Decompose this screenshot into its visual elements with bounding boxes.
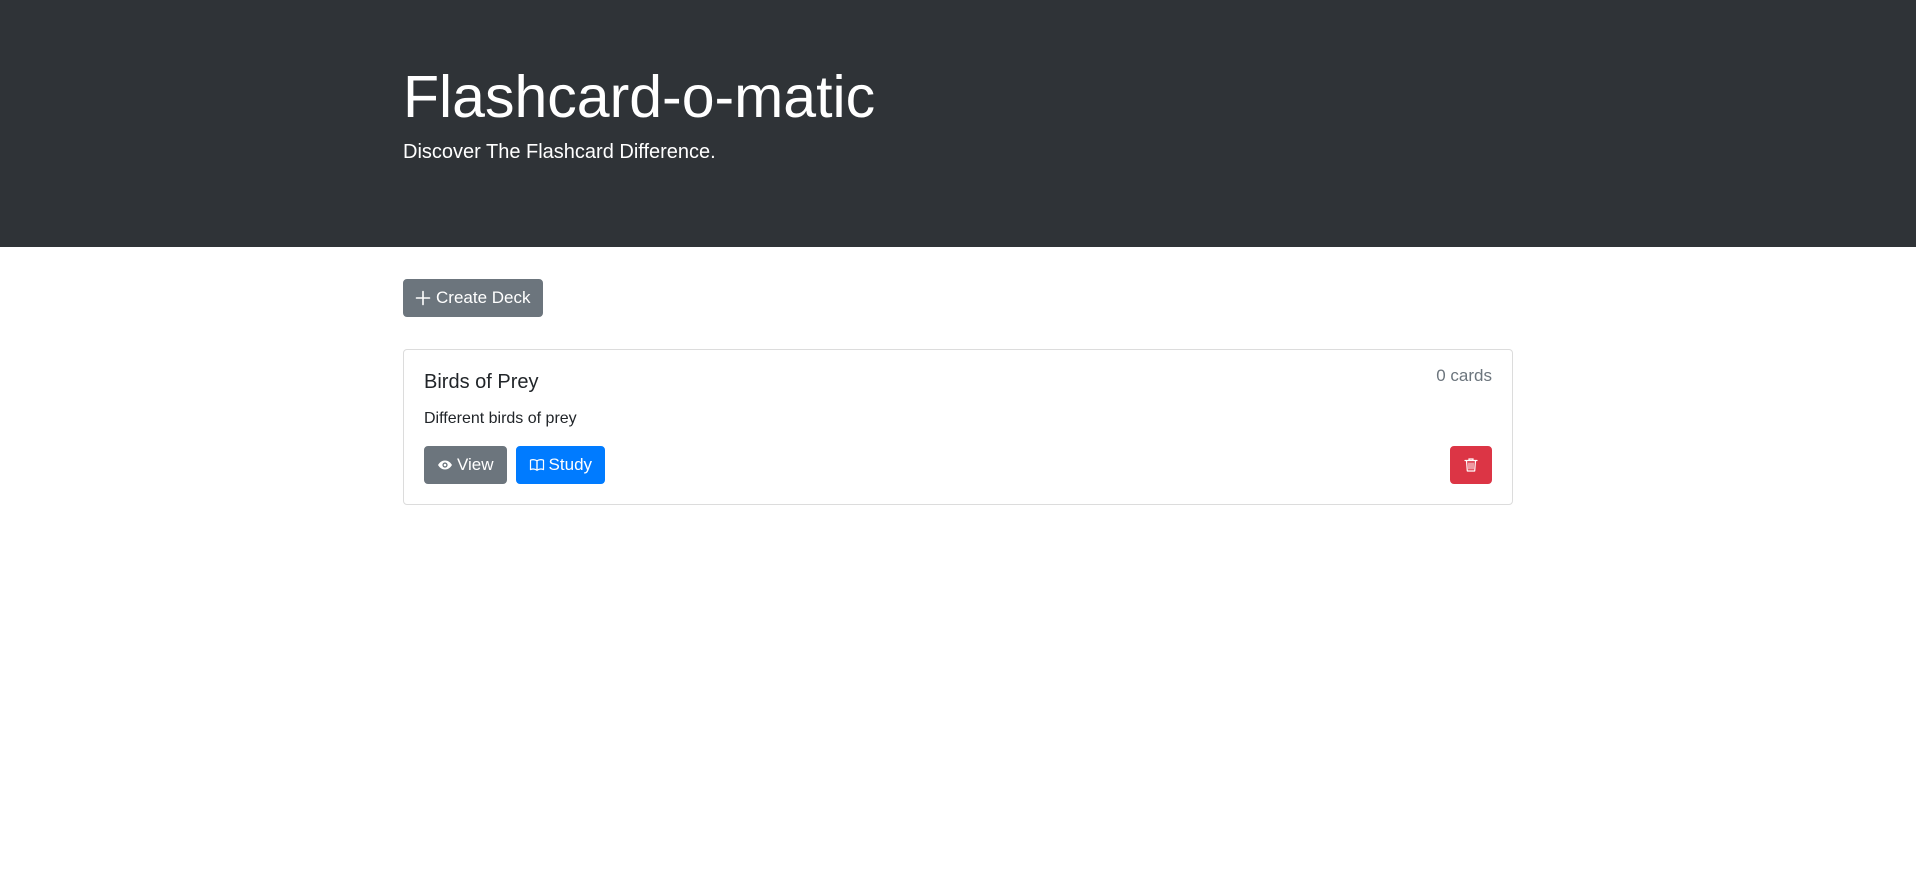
book-icon	[529, 457, 545, 473]
create-deck-label: Create Deck	[436, 288, 531, 307]
plus-icon	[415, 290, 431, 306]
view-deck-button[interactable]: View	[424, 446, 507, 484]
deck-name: Birds of Prey	[424, 371, 539, 393]
deck-card: Birds of Prey 0 cards Different birds of…	[403, 349, 1513, 505]
deck-card-count: 0 cards	[1436, 366, 1492, 385]
site-title: Flashcard-o-matic	[403, 64, 876, 130]
eye-icon	[437, 457, 453, 473]
header-content: Flashcard-o-matic Discover The Flashcard…	[403, 62, 875, 166]
delete-deck-button[interactable]	[1450, 446, 1492, 484]
study-deck-button[interactable]: Study	[515, 446, 606, 484]
view-deck-label: View	[457, 455, 494, 474]
site-subtitle: Discover The Flashcard Difference.	[403, 141, 716, 163]
trash-icon	[1464, 457, 1478, 473]
study-deck-label: Study	[548, 455, 593, 474]
deck-actions: View Study	[424, 446, 606, 484]
create-deck-button[interactable]: Create Deck	[403, 279, 544, 317]
header-jumbotron: Flashcard-o-matic Discover The Flashcard…	[0, 0, 1916, 247]
main-container: Create Deck Birds of Prey 0 cards Differ…	[403, 279, 1513, 505]
deck-description: Different birds of prey	[424, 410, 577, 427]
